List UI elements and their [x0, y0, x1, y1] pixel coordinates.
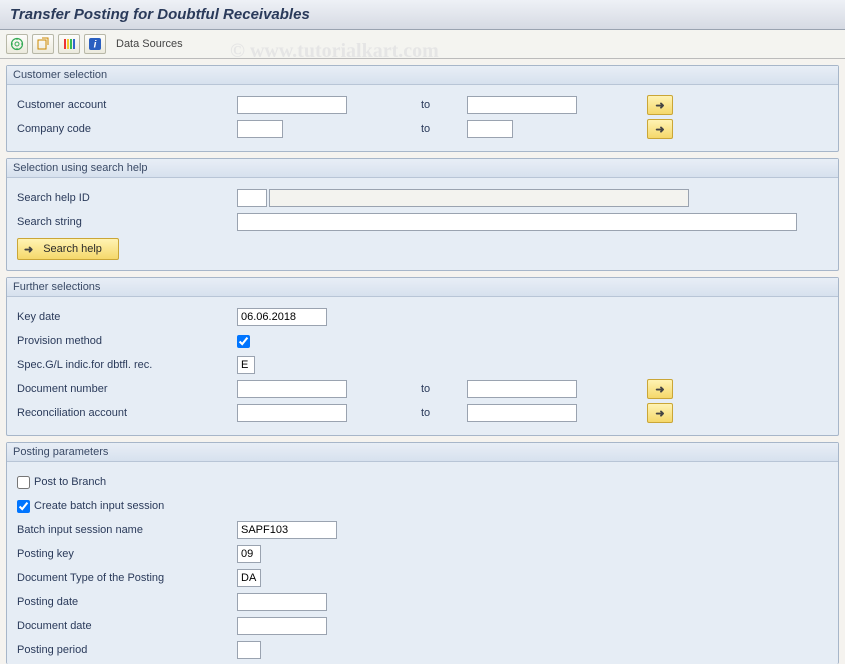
provision-method-checkbox[interactable] [237, 335, 250, 348]
search-help-id-desc [269, 189, 689, 207]
group-title: Customer selection [7, 66, 838, 85]
svg-text:i: i [94, 40, 97, 51]
customer-account-label: Customer account [17, 99, 237, 111]
execute-button[interactable] [6, 34, 28, 54]
spec-gl-input[interactable] [237, 356, 255, 374]
page-title: Transfer Posting for Doubtful Receivable… [0, 0, 845, 30]
posting-key-input[interactable] [237, 545, 261, 563]
search-string-label: Search string [17, 216, 237, 228]
company-code-label: Company code [17, 123, 237, 135]
search-help-button-label: Search help [43, 243, 102, 255]
arrow-right-icon: ➜ [655, 123, 664, 136]
info-icon: i [88, 37, 102, 51]
doc-number-to-input[interactable] [467, 380, 577, 398]
rainbow-icon [62, 37, 76, 51]
batch-name-label: Batch input session name [17, 524, 237, 536]
create-batch-checkbox[interactable] [17, 500, 30, 513]
doc-number-label: Document number [17, 383, 237, 395]
group-title: Posting parameters [7, 443, 838, 462]
arrow-right-icon: ➜ [655, 407, 664, 420]
search-string-input[interactable] [237, 213, 797, 231]
toolbar: i Data Sources [0, 30, 845, 59]
post-to-branch-checkbox[interactable] [17, 476, 30, 489]
arrow-right-icon: ➜ [655, 99, 664, 112]
to-label: to [417, 123, 467, 135]
company-code-multiselect-button[interactable]: ➜ [647, 119, 673, 139]
spec-gl-label: Spec.G/L indic.for dbtfl. rec. [17, 359, 237, 371]
variant-icon [36, 37, 50, 51]
posting-period-input[interactable] [237, 641, 261, 659]
information-button[interactable]: i [84, 34, 106, 54]
company-code-from-input[interactable] [237, 120, 283, 138]
posting-date-input[interactable] [237, 593, 327, 611]
company-code-to-input[interactable] [467, 120, 513, 138]
posting-period-label: Posting period [17, 644, 237, 656]
search-help-button[interactable]: ➜ Search help [17, 238, 119, 260]
search-help-id-input[interactable] [237, 189, 267, 207]
posting-parameters-group: Posting parameters Post to Branch Create… [6, 442, 839, 664]
arrow-right-icon: ➜ [24, 243, 33, 256]
to-label: to [417, 383, 467, 395]
posting-key-label: Posting key [17, 548, 237, 560]
doc-number-multiselect-button[interactable]: ➜ [647, 379, 673, 399]
key-date-label: Key date [17, 311, 237, 323]
search-help-id-label: Search help ID [17, 192, 237, 204]
doc-type-input[interactable] [237, 569, 261, 587]
data-sources-button[interactable]: Data Sources [116, 38, 183, 50]
recon-account-multiselect-button[interactable]: ➜ [647, 403, 673, 423]
arrow-right-icon: ➜ [655, 383, 664, 396]
further-selections-group: Further selections Key date Provision me… [6, 277, 839, 436]
customer-account-multiselect-button[interactable]: ➜ [647, 95, 673, 115]
doc-number-from-input[interactable] [237, 380, 347, 398]
to-label: to [417, 99, 467, 111]
recon-account-label: Reconciliation account [17, 407, 237, 419]
to-label: to [417, 407, 467, 419]
recon-account-from-input[interactable] [237, 404, 347, 422]
posting-date-label: Posting date [17, 596, 237, 608]
customer-selection-group: Customer selection Customer account to ➜… [6, 65, 839, 152]
execute-icon [10, 37, 24, 51]
doc-type-label: Document Type of the Posting [17, 572, 237, 584]
key-date-input[interactable] [237, 308, 327, 326]
doc-date-label: Document date [17, 620, 237, 632]
search-help-group: Selection using search help Search help … [6, 158, 839, 271]
get-variant-button[interactable] [32, 34, 54, 54]
doc-date-input[interactable] [237, 617, 327, 635]
create-batch-label: Create batch input session [34, 500, 164, 512]
provision-method-label: Provision method [17, 335, 237, 347]
customer-account-from-input[interactable] [237, 96, 347, 114]
group-title: Selection using search help [7, 159, 838, 178]
batch-name-input[interactable] [237, 521, 337, 539]
group-title: Further selections [7, 278, 838, 297]
selection-options-button[interactable] [58, 34, 80, 54]
post-to-branch-label: Post to Branch [34, 476, 106, 488]
recon-account-to-input[interactable] [467, 404, 577, 422]
customer-account-to-input[interactable] [467, 96, 577, 114]
